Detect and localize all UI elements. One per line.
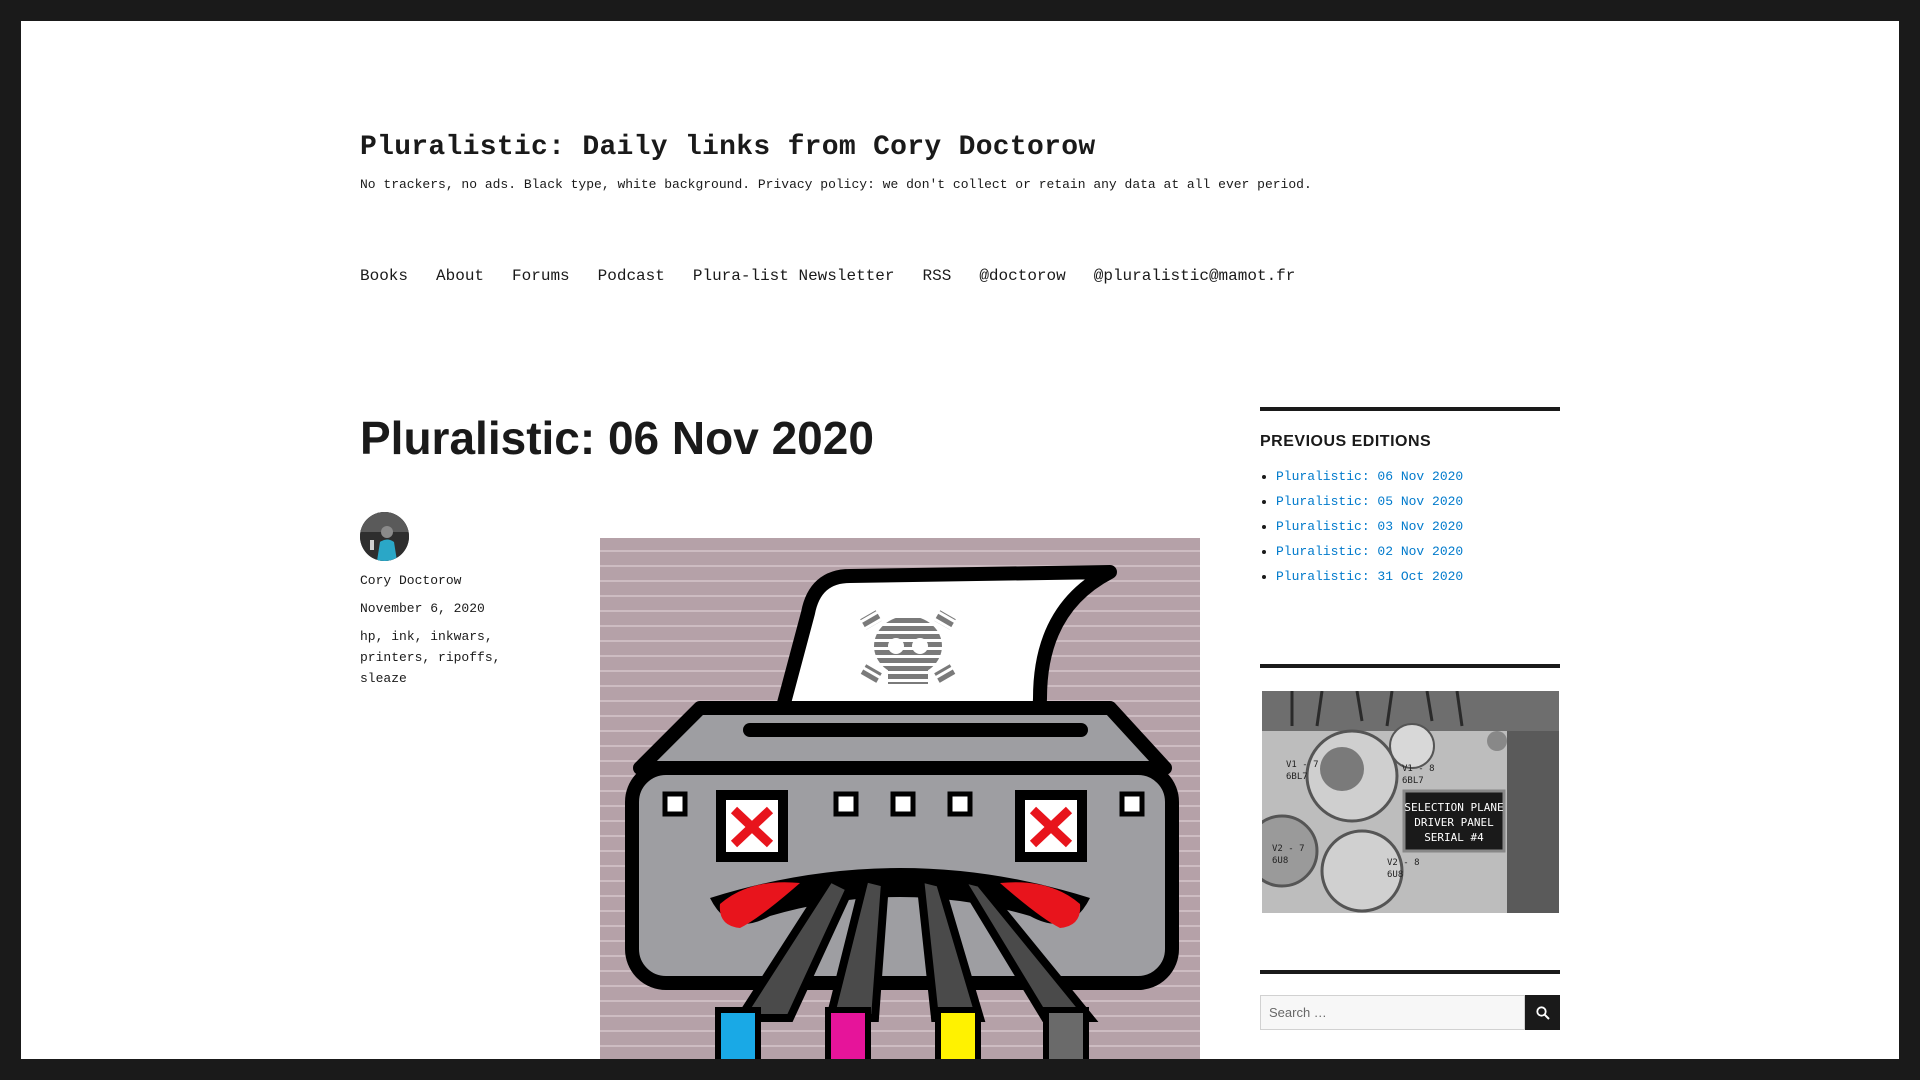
tag-link[interactable]: hp [360,629,376,644]
author-avatar[interactable] [360,512,409,561]
search-form [1260,995,1560,1030]
photo-label-line: DRIVER PANEL [1414,816,1494,829]
nav-item-forums[interactable]: Forums [512,267,570,285]
tag-link[interactable]: inkwars [430,629,485,644]
photo-tube-label: V1 - 8 [1402,764,1435,774]
post-title: Pluralistic: 06 Nov 2020 [360,412,874,464]
sidebar: PREVIOUS EDITIONS Pluralistic: 06 Nov 20… [1260,407,1560,594]
site-description: No trackers, no ads. Black type, white b… [360,177,1312,192]
list-item: Pluralistic: 31 Oct 2020 [1276,569,1560,584]
post-meta: Cory Doctorow November 6, 2020 hp, ink, … [360,570,530,696]
photo-tube-label: 6BL7 [1402,776,1424,786]
nav-item-newsletter[interactable]: Plura-list Newsletter [693,267,895,285]
list-item: Pluralistic: 05 Nov 2020 [1276,494,1560,509]
photo-tube-label: 6BL7 [1286,772,1308,782]
nav-item-doctorow[interactable]: @doctorow [979,267,1065,285]
list-item: Pluralistic: 02 Nov 2020 [1276,544,1560,559]
edition-link[interactable]: Pluralistic: 05 Nov 2020 [1276,494,1463,509]
edition-link[interactable]: Pluralistic: 31 Oct 2020 [1276,569,1463,584]
photo-label-line: SERIAL #4 [1424,831,1484,844]
main-nav: Books About Forums Podcast Plura-list Ne… [360,267,1295,285]
widget-divider [1260,970,1560,974]
tag-link[interactable]: printers [360,650,422,665]
featured-image [600,538,1200,1059]
post-tags: hp, ink, inkwars, printers, ripoffs, sle… [360,629,501,686]
widget-divider [1260,664,1560,668]
post-date-link[interactable]: November 6, 2020 [360,601,485,616]
search-icon [1535,1005,1550,1020]
photo-label-line: SELECTION PLANE [1404,801,1503,814]
previous-editions-list: Pluralistic: 06 Nov 2020 Pluralistic: 05… [1260,469,1560,584]
list-item: Pluralistic: 03 Nov 2020 [1276,519,1560,534]
edition-link[interactable]: Pluralistic: 06 Nov 2020 [1276,469,1463,484]
edition-link[interactable]: Pluralistic: 03 Nov 2020 [1276,519,1463,534]
widget-divider [1260,407,1560,411]
photo-tube-label: 6U8 [1387,870,1403,880]
tag-link[interactable]: ink [391,629,414,644]
list-item: Pluralistic: 06 Nov 2020 [1276,469,1560,484]
photo-tube-label: V1 - 7 [1286,760,1319,770]
tag-link[interactable]: sleaze [360,671,407,686]
site-header: Pluralistic: Daily links from Cory Docto… [360,132,1600,192]
nav-item-rss[interactable]: RSS [923,267,952,285]
site-title[interactable]: Pluralistic: Daily links from Cory Docto… [360,132,1600,163]
search-input[interactable] [1260,995,1525,1030]
page: Pluralistic: Daily links from Cory Docto… [21,21,1899,1059]
edition-link[interactable]: Pluralistic: 02 Nov 2020 [1276,544,1463,559]
author-link[interactable]: Cory Doctorow [360,573,461,588]
previous-editions-title: PREVIOUS EDITIONS [1260,433,1432,450]
nav-item-books[interactable]: Books [360,267,408,285]
nav-item-mastodon[interactable]: @pluralistic@mamot.fr [1094,267,1296,285]
photo-tube-label: 6U8 [1272,856,1288,866]
nav-item-about[interactable]: About [436,267,484,285]
sidebar-photo: SELECTION PLANE DRIVER PANEL SERIAL #4 V… [1262,691,1559,913]
photo-tube-label: V2 - 8 [1387,858,1420,868]
printer-skull-illustration [600,538,1200,1059]
tag-link[interactable]: ripoffs [438,650,493,665]
avatar-image [360,512,409,561]
photo-tube-label: V2 - 7 [1272,844,1305,854]
search-button[interactable] [1525,995,1560,1030]
nav-item-podcast[interactable]: Podcast [598,267,665,285]
vacuum-tube-panel-photo: SELECTION PLANE DRIVER PANEL SERIAL #4 V… [1262,691,1559,913]
